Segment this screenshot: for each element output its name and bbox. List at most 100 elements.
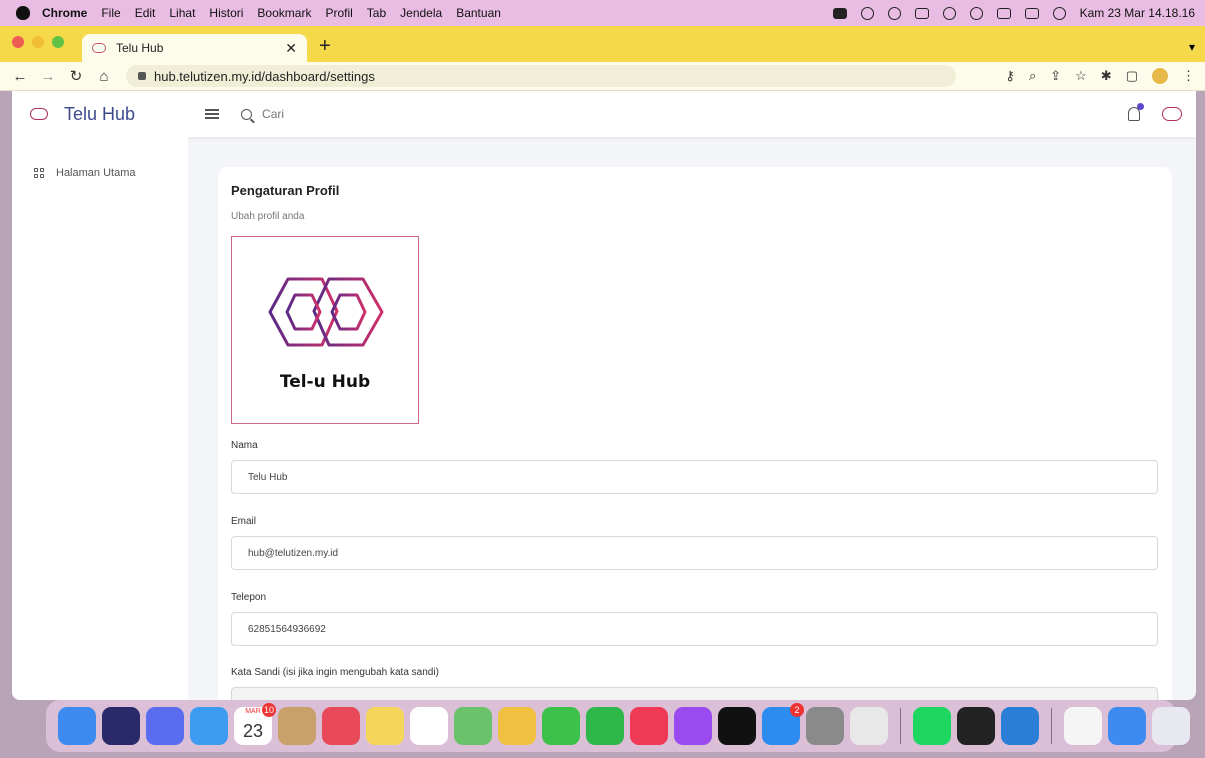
menu-item-profile[interactable]: Profil xyxy=(325,6,352,20)
name-label: Nama xyxy=(231,440,258,451)
back-button[interactable]: ← xyxy=(12,68,28,85)
phone-field[interactable] xyxy=(231,612,1158,646)
logo-text: Tel-u Hub xyxy=(280,372,370,392)
menu-item-file[interactable]: File xyxy=(101,6,120,20)
dock-music-icon[interactable] xyxy=(630,707,668,745)
email-field[interactable] xyxy=(231,536,1158,570)
zoom-window-button[interactable] xyxy=(52,36,64,48)
sidebar-item-home[interactable]: Halaman Utama xyxy=(34,167,188,179)
hamburger-menu-icon[interactable] xyxy=(205,109,220,119)
app-header: Telu Hub xyxy=(12,91,1196,137)
dock-siri-icon[interactable] xyxy=(102,707,140,745)
dock-reminders-red-icon[interactable] xyxy=(322,707,360,745)
app-store-badge: 2 xyxy=(790,703,804,717)
reload-button[interactable]: ↻ xyxy=(68,67,84,85)
wifi-icon[interactable] xyxy=(942,6,956,20)
dock-maps-icon[interactable] xyxy=(454,707,492,745)
dock-chrome-icon[interactable] xyxy=(850,707,888,745)
extensions-icon[interactable]: ✱ xyxy=(1101,68,1112,84)
menu-item-history[interactable]: Histori xyxy=(209,6,243,20)
dock-messages-icon[interactable] xyxy=(542,707,580,745)
minimize-window-button[interactable] xyxy=(32,36,44,48)
dock-mail-icon[interactable] xyxy=(190,707,228,745)
spotlight-icon[interactable] xyxy=(969,6,983,20)
password-key-icon[interactable]: ⚷ xyxy=(1005,68,1015,84)
calendar-badge: 10 xyxy=(262,703,276,717)
new-tab-button[interactable]: + xyxy=(319,35,331,58)
notification-bell-icon[interactable] xyxy=(1128,103,1144,121)
macos-dock: 23 MAR 10 2 xyxy=(46,700,1190,752)
user-avatar[interactable] xyxy=(1162,107,1182,121)
dock-podcasts-icon[interactable] xyxy=(674,707,712,745)
battery-level-icon[interactable] xyxy=(914,7,929,19)
more-menu-icon[interactable]: ⋮ xyxy=(1182,68,1195,84)
password-field[interactable] xyxy=(231,687,1158,700)
dock-downloads-icon[interactable] xyxy=(1108,707,1146,745)
dock-photos-icon[interactable] xyxy=(498,707,536,745)
forward-button[interactable]: → xyxy=(40,68,56,85)
menu-item-bookmark[interactable]: Bookmark xyxy=(257,6,311,20)
search-input[interactable] xyxy=(260,106,465,122)
brand-logo-icon[interactable] xyxy=(30,108,48,120)
apple-icon[interactable] xyxy=(16,6,30,20)
dock-contacts-icon[interactable] xyxy=(278,707,316,745)
dock-facetime-icon[interactable] xyxy=(586,707,624,745)
display-icon[interactable] xyxy=(1024,7,1039,19)
dock-spotify-icon[interactable] xyxy=(913,707,951,745)
dock-finder-icon[interactable] xyxy=(58,707,96,745)
dock-calendar-icon[interactable]: 23 MAR 10 xyxy=(234,703,276,745)
lock-icon[interactable] xyxy=(138,72,146,80)
close-window-button[interactable] xyxy=(12,36,24,48)
page-title: Pengaturan Profil xyxy=(231,183,340,198)
dock-telu-hub-icon[interactable] xyxy=(1064,707,1102,745)
dock-tv-icon[interactable] xyxy=(718,707,756,745)
control-center-icon[interactable] xyxy=(996,7,1011,19)
menu-item-edit[interactable]: Edit xyxy=(135,6,156,20)
page-subtitle: Ubah profil anda xyxy=(231,211,305,222)
grid-icon xyxy=(34,168,44,178)
url-text[interactable]: hub.telutizen.my.id/dashboard/settings xyxy=(154,69,375,84)
close-tab-icon[interactable]: ✕ xyxy=(285,40,297,57)
dock-vscode-icon[interactable] xyxy=(1001,707,1039,745)
menu-app-name[interactable]: Chrome xyxy=(42,6,87,20)
battery-icon[interactable] xyxy=(832,7,847,19)
menu-item-tab[interactable]: Tab xyxy=(367,6,386,20)
dock-notes-icon[interactable] xyxy=(366,707,404,745)
menu-item-help[interactable]: Bantuan xyxy=(456,6,501,20)
vpn-icon[interactable] xyxy=(860,6,874,20)
menu-item-window[interactable]: Jendela xyxy=(400,6,442,20)
bookmark-star-icon[interactable]: ☆ xyxy=(1075,68,1087,84)
siri-icon[interactable] xyxy=(1052,6,1066,20)
toolbar-actions: ⚷ ⌕ ⇪ ☆ ✱ ▢ ⋮ xyxy=(1005,68,1205,84)
share-icon[interactable]: ⇪ xyxy=(1050,68,1061,84)
window-controls xyxy=(12,36,64,48)
zoom-icon[interactable]: ⌕ xyxy=(1029,68,1036,84)
brand-name[interactable]: Telu Hub xyxy=(64,104,135,125)
profile-photo[interactable]: Tel-u Hub xyxy=(231,236,419,424)
menu-item-view[interactable]: Lihat xyxy=(169,6,195,20)
browser-tabbar: Telu Hub ✕ + ▾ xyxy=(0,26,1205,62)
dock-separator xyxy=(900,708,901,744)
dock-system-settings-icon[interactable] xyxy=(806,707,844,745)
address-bar[interactable]: hub.telutizen.my.id/dashboard/settings xyxy=(126,65,956,87)
phone-label: Telepon xyxy=(231,592,267,603)
favicon-icon xyxy=(92,43,106,53)
dock-reminders-icon[interactable] xyxy=(410,707,448,745)
dock-terminal-icon[interactable] xyxy=(957,707,995,745)
telu-hub-logo: Tel-u Hub xyxy=(268,277,384,392)
side-panel-icon[interactable]: ▢ xyxy=(1126,68,1138,84)
headphones-icon[interactable] xyxy=(887,6,901,20)
tab-search-chevron-icon[interactable]: ▾ xyxy=(1189,40,1195,54)
email-label: Email xyxy=(231,516,257,527)
browser-tab[interactable]: Telu Hub ✕ xyxy=(82,34,307,62)
dock-launchpad-icon[interactable] xyxy=(146,707,184,745)
profile-avatar[interactable] xyxy=(1152,68,1168,84)
calendar-day: 23 xyxy=(242,721,264,741)
search-icon xyxy=(241,108,253,120)
home-button[interactable]: ⌂ xyxy=(96,68,112,85)
sidebar: Halaman Utama xyxy=(12,137,188,700)
name-field[interactable] xyxy=(231,460,1158,494)
clock[interactable]: Kam 23 Mar 14.18.16 xyxy=(1080,6,1195,20)
dock-app-store-icon[interactable]: 2 xyxy=(762,703,804,745)
dock-trash-icon[interactable] xyxy=(1152,707,1190,745)
